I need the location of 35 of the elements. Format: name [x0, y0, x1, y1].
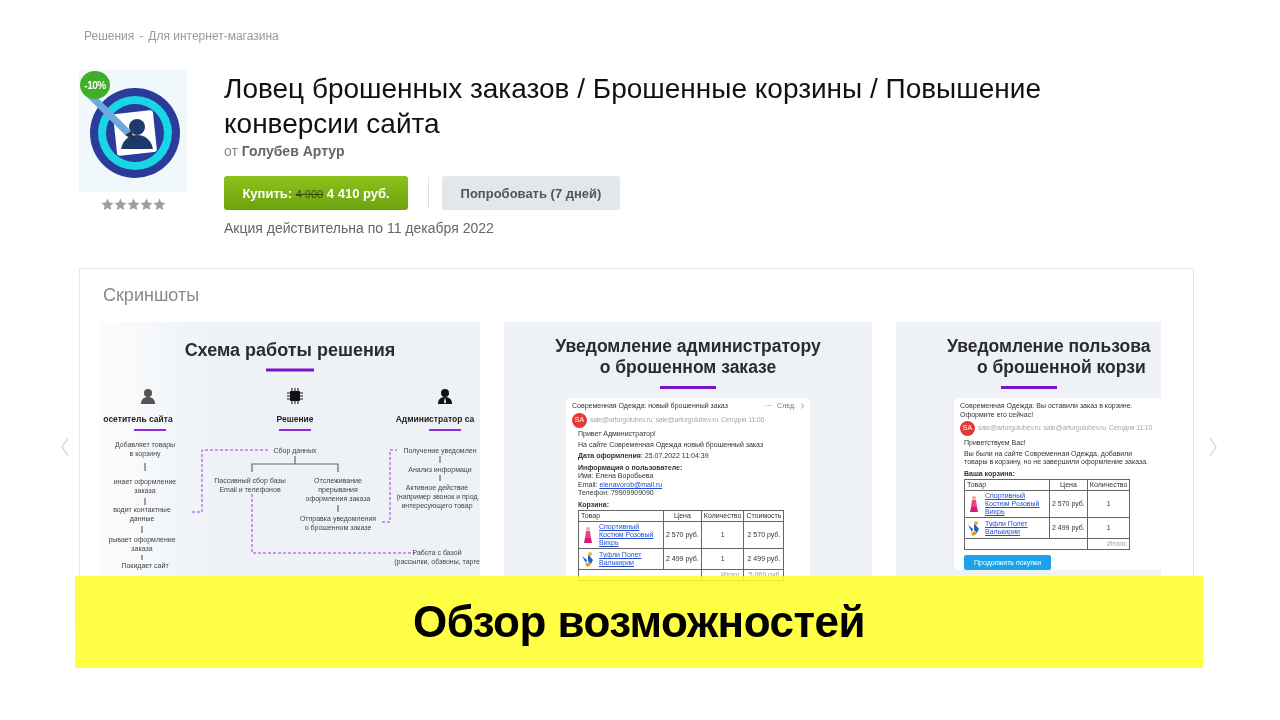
banner-caption: Обзор возможностей — [413, 597, 865, 647]
connector-line — [144, 497, 146, 506]
title-underline — [266, 368, 314, 372]
column-label: Администратор са — [395, 414, 475, 424]
slide-title: о брошенной корзи — [976, 357, 1147, 378]
column-label: осетитель сайта — [103, 414, 173, 424]
connector-line — [141, 554, 143, 561]
section-title: Скриншоты — [102, 284, 201, 307]
discount-badge: -10% — [80, 71, 110, 99]
slide-title: Уведомление пользова — [946, 336, 1152, 357]
slide-title: Уведомление администратору — [554, 336, 822, 357]
title-underline — [133, 429, 167, 431]
businessman-icon — [437, 388, 453, 404]
connector-line — [141, 525, 143, 534]
slide-title: Схема работы решения — [183, 340, 397, 361]
slide-title: о брошенном заказе — [598, 357, 778, 378]
column-label: Решение — [276, 414, 314, 424]
cpu-chip-icon — [287, 388, 303, 404]
rating-stars-icon — [100, 198, 166, 211]
promo-text: Акция действительна по 11 декабря 2022 — [224, 220, 495, 236]
title-underline — [428, 429, 462, 431]
title-underline — [1000, 386, 1057, 389]
person-icon — [140, 388, 156, 404]
buy-button[interactable]: Купить: 4 900 4 410 руб. — [224, 176, 408, 210]
title-underline — [278, 429, 312, 431]
connector-line — [439, 474, 441, 482]
title-underline — [660, 386, 716, 389]
breadcrumb-separator: - — [139, 29, 144, 43]
product-title: Ловец брошенных заказов / Брошенные корзины / Повышение конверсии сайта — [224, 72, 1042, 141]
connector-line — [439, 455, 441, 464]
connector-line — [144, 462, 146, 472]
chevron-left-icon[interactable] — [61, 437, 69, 457]
trial-button[interactable]: Попробовать (7 дней) — [442, 176, 620, 210]
chevron-right-icon[interactable] — [801, 403, 804, 410]
author-line: от Голубев Артур — [224, 143, 346, 159]
